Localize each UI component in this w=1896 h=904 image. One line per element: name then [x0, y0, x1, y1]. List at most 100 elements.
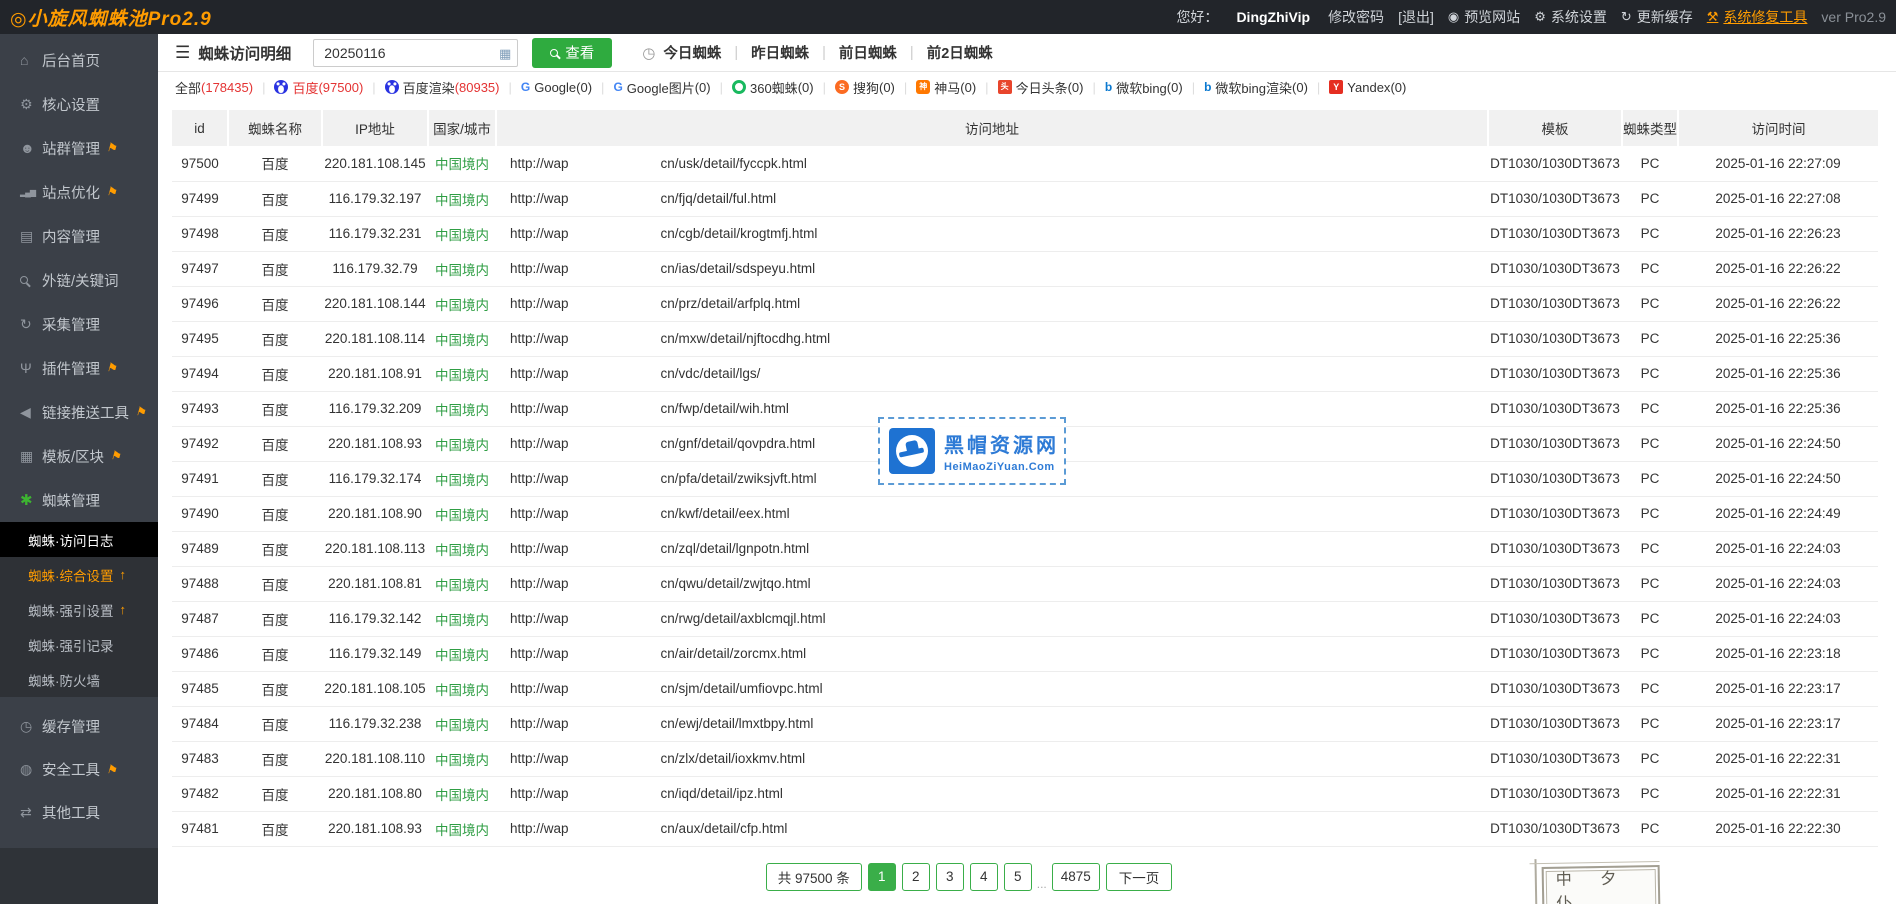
page-button-2[interactable]: 2 — [902, 863, 930, 891]
cell-template: DT1030/1030DT3673 — [1488, 146, 1622, 181]
filter-google[interactable]: GGoogle(0) — [521, 80, 592, 95]
cell-time: 2025-01-16 22:24:50 — [1678, 461, 1878, 496]
system-settings-link[interactable]: ⚙ 系统设置 — [1534, 7, 1607, 27]
table-row: 97494百度220.181.108.91中国境内http://wapcn/vd… — [172, 356, 1878, 391]
filter-shenma[interactable]: 神神马(0) — [916, 78, 976, 97]
filter-360-spider[interactable]: 360蜘蛛(0) — [732, 78, 814, 97]
sidebar-item-links-keywords[interactable]: 外链/关键词 — [0, 258, 158, 302]
update-cache-link[interactable]: ↻ 更新缓存 — [1621, 7, 1693, 27]
quick-link-2[interactable]: 前日蜘蛛 — [839, 42, 897, 63]
sidebar-item-plugin-manage[interactable]: Ψ插件管理⚑ — [0, 346, 158, 390]
cell-spider-name: 百度 — [228, 181, 322, 216]
logout-link[interactable]: [退出] — [1398, 7, 1434, 27]
url-suffix: cn/mxw/detail/njftocdhg.html — [661, 331, 831, 346]
page-button-4875[interactable]: 4875 — [1052, 863, 1100, 891]
sidebar-item-label: 核心设置 — [42, 94, 100, 115]
table-row: 97487百度116.179.32.142中国境内http://wapcn/rw… — [172, 601, 1878, 636]
cell-spider-name: 百度 — [228, 426, 322, 461]
filter-toutiao[interactable]: 头今日头条(0) — [998, 78, 1084, 97]
cell-spider-type: PC — [1622, 741, 1678, 776]
cell-url: http://wapcn/ewj/detail/lmxtbpy.html — [496, 706, 1488, 741]
sidebar-item-core-settings[interactable]: ⚙核心设置 — [0, 82, 158, 126]
clock-icon: ◷ — [642, 44, 655, 62]
wrench-icon: ⚒ — [1707, 9, 1719, 25]
sidebar-subitem-spider-force-settings[interactable]: 蜘蛛·强引设置↑ — [0, 592, 158, 627]
cell-url: http://wapcn/zlx/detail/ioxkmv.html — [496, 741, 1488, 776]
gear-icon: ⚙ — [1534, 9, 1546, 25]
url-prefix: http://wap — [510, 716, 569, 731]
quick-link-1[interactable]: 昨日蜘蛛 — [751, 42, 809, 63]
sidebar-item-home[interactable]: ⌂后台首页 — [0, 38, 158, 82]
filter-baidu[interactable]: 百度(97500) — [274, 78, 363, 97]
sidebar-subitem-spider-firewall[interactable]: 蜘蛛·防火墙 — [0, 662, 158, 697]
filter-yandex[interactable]: YYandex(0) — [1329, 80, 1406, 95]
url-suffix: cn/sjm/detail/umfiovpc.html — [661, 681, 823, 696]
cell-template: DT1030/1030DT3673 — [1488, 216, 1622, 251]
header-right: 您好： DingZhiVip 修改密码 [退出] ◉ 预览网站 ⚙ 系统设置 ↻… — [1176, 7, 1886, 27]
cell-ip: 220.181.108.90 — [322, 496, 428, 531]
page-button-5[interactable]: 5 — [1004, 863, 1032, 891]
quick-link-3[interactable]: 前2日蜘蛛 — [927, 42, 993, 63]
sidebar-item-link-push-tools[interactable]: ◀链接推送工具⚑ — [0, 390, 158, 434]
user-icon: ☻ — [20, 140, 42, 156]
preview-site-link[interactable]: ◉ 预览网站 — [1448, 7, 1520, 27]
filter-count: (0) — [879, 80, 895, 95]
sidebar-item-label: 链接推送工具 — [42, 402, 129, 423]
cell-id: 97487 — [172, 601, 228, 636]
cell-region: 中国境内 — [428, 811, 496, 846]
filter-bing-render[interactable]: b微软bing渲染(0) — [1204, 78, 1308, 97]
cell-id: 97498 — [172, 216, 228, 251]
url-prefix: http://wap — [510, 541, 569, 556]
sidebar-item-spider-manage[interactable]: ✱蜘蛛管理 — [0, 478, 158, 522]
cell-spider-type: PC — [1622, 251, 1678, 286]
date-input[interactable] — [313, 39, 518, 67]
filter-label: Google — [534, 80, 576, 95]
cell-template: DT1030/1030DT3673 — [1488, 321, 1622, 356]
cell-spider-type: PC — [1622, 636, 1678, 671]
cell-template: DT1030/1030DT3673 — [1488, 426, 1622, 461]
filter-bing[interactable]: b微软bing(0) — [1105, 78, 1183, 97]
sidebar-subitem-spider-force-records[interactable]: 蜘蛛·强引记录 — [0, 627, 158, 662]
monitor-icon: ⌂ — [20, 52, 42, 68]
filter-count: (97500) — [318, 80, 363, 95]
page-button-4[interactable]: 4 — [970, 863, 998, 891]
next-page-button[interactable]: 下一页 — [1106, 863, 1173, 891]
view-button[interactable]: 查看 — [532, 38, 612, 68]
filter-label: 今日头条 — [1016, 78, 1068, 97]
filter-all[interactable]: 全部(178435) — [175, 78, 253, 97]
sidebar-item-site-group[interactable]: ☻站群管理⚑ — [0, 126, 158, 170]
cell-url: http://wapcn/fjq/detail/ful.html — [496, 181, 1488, 216]
change-password-link[interactable]: 修改密码 — [1328, 7, 1384, 27]
sidebar-item-content-manage[interactable]: ▤内容管理 — [0, 214, 158, 258]
sidebar-subitem-spider-access-log[interactable]: 蜘蛛·访问日志 — [0, 522, 158, 557]
sidebar-subitem-spider-general-settings[interactable]: 蜘蛛·综合设置↑ — [0, 557, 158, 592]
cell-id: 97491 — [172, 461, 228, 496]
url-suffix: cn/fjq/detail/ful.html — [661, 191, 777, 206]
sidebar-item-collect-manage[interactable]: ↻采集管理 — [0, 302, 158, 346]
google-icon: G — [521, 80, 530, 94]
filter-count: (0) — [1167, 80, 1183, 95]
quick-link-0[interactable]: 今日蜘蛛 — [663, 42, 721, 63]
cell-spider-name: 百度 — [228, 811, 322, 846]
page-button-1[interactable]: 1 — [868, 863, 896, 891]
page-button-3[interactable]: 3 — [936, 863, 964, 891]
cell-spider-name: 百度 — [228, 566, 322, 601]
cell-spider-type: PC — [1622, 776, 1678, 811]
sidebar-item-templates-blocks[interactable]: ▦模板/区块⚑ — [0, 434, 158, 478]
sidebar-item-site-optimize[interactable]: ▂▄▆站点优化⚑ — [0, 170, 158, 214]
sidebar-item-label: 安全工具 — [42, 759, 100, 780]
cell-ip: 116.179.32.142 — [322, 601, 428, 636]
filter-google-images[interactable]: GGoogle图片(0) — [613, 78, 710, 97]
sidebar-item-security-tools[interactable]: ◍安全工具⚑ — [0, 748, 158, 791]
url-prefix: http://wap — [510, 156, 569, 171]
sidebar-item-other-tools[interactable]: ⇄其他工具 — [0, 791, 158, 834]
url-suffix: cn/kwf/detail/eex.html — [661, 506, 790, 521]
filter-label: 微软bing渲染 — [1215, 78, 1292, 97]
filter-sogou[interactable]: S搜狗(0) — [835, 78, 895, 97]
repair-tool-link[interactable]: ⚒ 系统修复工具 — [1707, 7, 1808, 27]
cell-template: DT1030/1030DT3673 — [1488, 811, 1622, 846]
spider-icon: ✱ — [20, 491, 42, 509]
filter-baidu-render[interactable]: 百度渲染(80935) — [385, 78, 500, 97]
watermark-title: 黑帽资源网 — [944, 429, 1059, 458]
sidebar-item-cache-manage[interactable]: ◷缓存管理 — [0, 705, 158, 748]
